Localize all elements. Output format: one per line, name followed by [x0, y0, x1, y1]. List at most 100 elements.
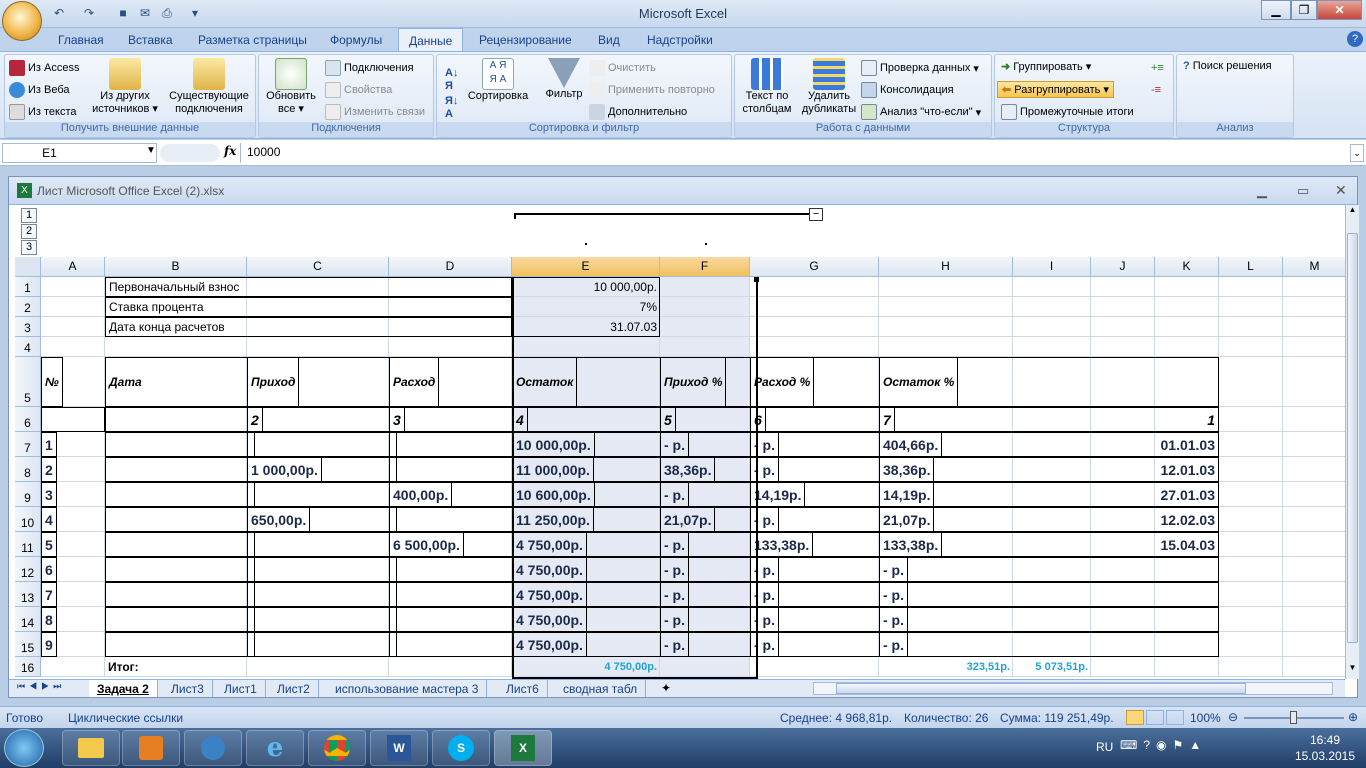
col-header-e[interactable]: E: [512, 257, 660, 277]
scroll-up-icon[interactable]: ▲: [1346, 205, 1359, 219]
row-header[interactable]: 10: [15, 507, 41, 532]
table-cell[interactable]: 5: [41, 532, 57, 557]
table-cell[interactable]: - р.: [660, 557, 689, 582]
taskbar-paint-icon[interactable]: [184, 730, 242, 766]
grid-cell[interactable]: [1155, 297, 1219, 317]
tab-page-layout[interactable]: Разметка страницы: [188, 28, 317, 51]
horizontal-scroll-thumb[interactable]: [836, 683, 1246, 694]
grid-cell[interactable]: [1013, 277, 1091, 297]
table-header[interactable]: Приход %: [660, 357, 727, 407]
grid-cell[interactable]: [1219, 407, 1283, 432]
grid-cell[interactable]: [1219, 532, 1283, 557]
col-header-h[interactable]: H: [879, 257, 1013, 277]
grid-cell[interactable]: [1283, 657, 1345, 677]
from-text-button[interactable]: Из текста: [9, 104, 77, 120]
table-cell[interactable]: [247, 432, 255, 457]
zoom-slider-thumb[interactable]: [1290, 711, 1297, 724]
worksheet-grid[interactable]: 1 2 3 − A B C D E F G H I J K L M 123456…: [9, 205, 1345, 679]
col-header-j[interactable]: J: [1091, 257, 1155, 277]
grid-cell[interactable]: [1219, 507, 1283, 532]
grid-cell[interactable]: [41, 297, 105, 317]
rate-label[interactable]: Ставка процента: [105, 297, 512, 317]
grid-cell[interactable]: [247, 337, 389, 357]
minimize-button[interactable]: ▁: [1261, 0, 1291, 20]
name-box-dropdown-icon[interactable]: ▼: [146, 145, 156, 156]
taskbar-excel-icon[interactable]: X: [494, 730, 552, 766]
table-cell[interactable]: 11 250,00р.: [512, 507, 594, 532]
end-date-value[interactable]: 31.07.03: [512, 317, 660, 337]
row-header[interactable]: 12: [15, 557, 41, 582]
row-header[interactable]: 5: [15, 357, 41, 407]
grid-cell[interactable]: [1283, 432, 1345, 457]
sheet-tab-list2[interactable]: Лист2: [269, 680, 319, 697]
filter-button[interactable]: Фильтр: [539, 58, 589, 101]
table-header[interactable]: Остаток %: [879, 357, 959, 407]
grid-cell[interactable]: [1091, 277, 1155, 297]
grid-cell[interactable]: [512, 337, 660, 357]
from-web-button[interactable]: Из Веба: [9, 82, 70, 98]
tab-review[interactable]: Рецензирование: [469, 28, 582, 51]
grid-cell[interactable]: [660, 337, 750, 357]
remove-duplicates-button[interactable]: Удалить дубликаты: [799, 58, 859, 116]
solver-button[interactable]: ? Поиск решения: [1183, 60, 1272, 72]
grid-cell[interactable]: [750, 277, 879, 297]
other-sources-button[interactable]: Из других источников ▾: [89, 58, 161, 116]
horizontal-scrollbar[interactable]: [813, 682, 1333, 695]
initial-deposit-value[interactable]: 10 000,00р.: [512, 277, 660, 297]
column-number[interactable]: 5: [660, 407, 676, 432]
col-header-a[interactable]: A: [41, 257, 105, 277]
sort-button[interactable]: А ЯЯ А Сортировка: [465, 58, 531, 103]
grid-cell[interactable]: [1283, 457, 1345, 482]
grid-cell[interactable]: [1219, 607, 1283, 632]
tab-home[interactable]: Главная: [48, 28, 114, 51]
taskbar-word-icon[interactable]: W: [370, 730, 428, 766]
table-cell[interactable]: 4 750,00р.: [512, 607, 587, 632]
grid-cell[interactable]: [1013, 317, 1091, 337]
col-header-c[interactable]: C: [247, 257, 389, 277]
properties-button[interactable]: Свойства: [325, 82, 392, 98]
table-cell[interactable]: - р.: [879, 607, 908, 632]
edit-links-button[interactable]: Изменить связи: [325, 104, 425, 120]
outline-level-3[interactable]: 3: [21, 240, 37, 255]
table-header[interactable]: Приход: [247, 357, 300, 407]
table-cell[interactable]: - р.: [750, 432, 779, 457]
table-cell[interactable]: 133,38р.: [879, 532, 943, 557]
taskbar-explorer-icon[interactable]: [62, 730, 120, 766]
table-cell[interactable]: 8: [41, 607, 57, 632]
tray-language[interactable]: RU: [1096, 740, 1113, 754]
office-button[interactable]: [2, 1, 42, 41]
table-cell[interactable]: 10 000,00р.: [512, 432, 595, 457]
table-cell[interactable]: [247, 607, 255, 632]
table-cell[interactable]: 400,00р.: [389, 482, 453, 507]
total-balance-percent[interactable]: 323,51р.: [879, 657, 1013, 677]
row-header[interactable]: 16: [15, 657, 41, 677]
ungroup-button[interactable]: ⬅ Разгруппировать ▾: [997, 81, 1114, 98]
table-cell[interactable]: - р.: [879, 582, 908, 607]
taskbar-chrome-icon[interactable]: [308, 730, 366, 766]
table-cell[interactable]: [247, 632, 255, 657]
table-cell[interactable]: 38,36р.: [660, 457, 716, 482]
grid-cell[interactable]: [1283, 337, 1345, 357]
taskbar-media-icon[interactable]: [122, 730, 180, 766]
grid-cell[interactable]: [1283, 532, 1345, 557]
table-cell[interactable]: [389, 432, 397, 457]
grid-cell[interactable]: [41, 657, 105, 677]
fx-icon[interactable]: fx: [224, 144, 236, 158]
scroll-down-icon[interactable]: ▼: [1346, 663, 1359, 677]
outline-level-1[interactable]: 1: [21, 208, 37, 223]
grid-cell[interactable]: [1091, 317, 1155, 337]
help-icon[interactable]: ?: [1347, 31, 1363, 47]
table-header[interactable]: Расход %: [750, 357, 815, 407]
col-header-m[interactable]: M: [1283, 257, 1345, 277]
column-number[interactable]: 3: [389, 407, 405, 432]
tab-data[interactable]: Данные: [398, 28, 464, 52]
grid-cell[interactable]: [660, 317, 750, 337]
row-header[interactable]: 6: [15, 407, 41, 432]
column-number[interactable]: 6: [750, 407, 766, 432]
grid-cell[interactable]: [1283, 507, 1345, 532]
col-header-k[interactable]: K: [1155, 257, 1219, 277]
table-cell[interactable]: 6: [41, 557, 57, 582]
table-cell[interactable]: 38,36р.: [879, 457, 935, 482]
table-cell[interactable]: 6 500,00р.: [389, 532, 464, 557]
col-header-d[interactable]: D: [389, 257, 512, 277]
